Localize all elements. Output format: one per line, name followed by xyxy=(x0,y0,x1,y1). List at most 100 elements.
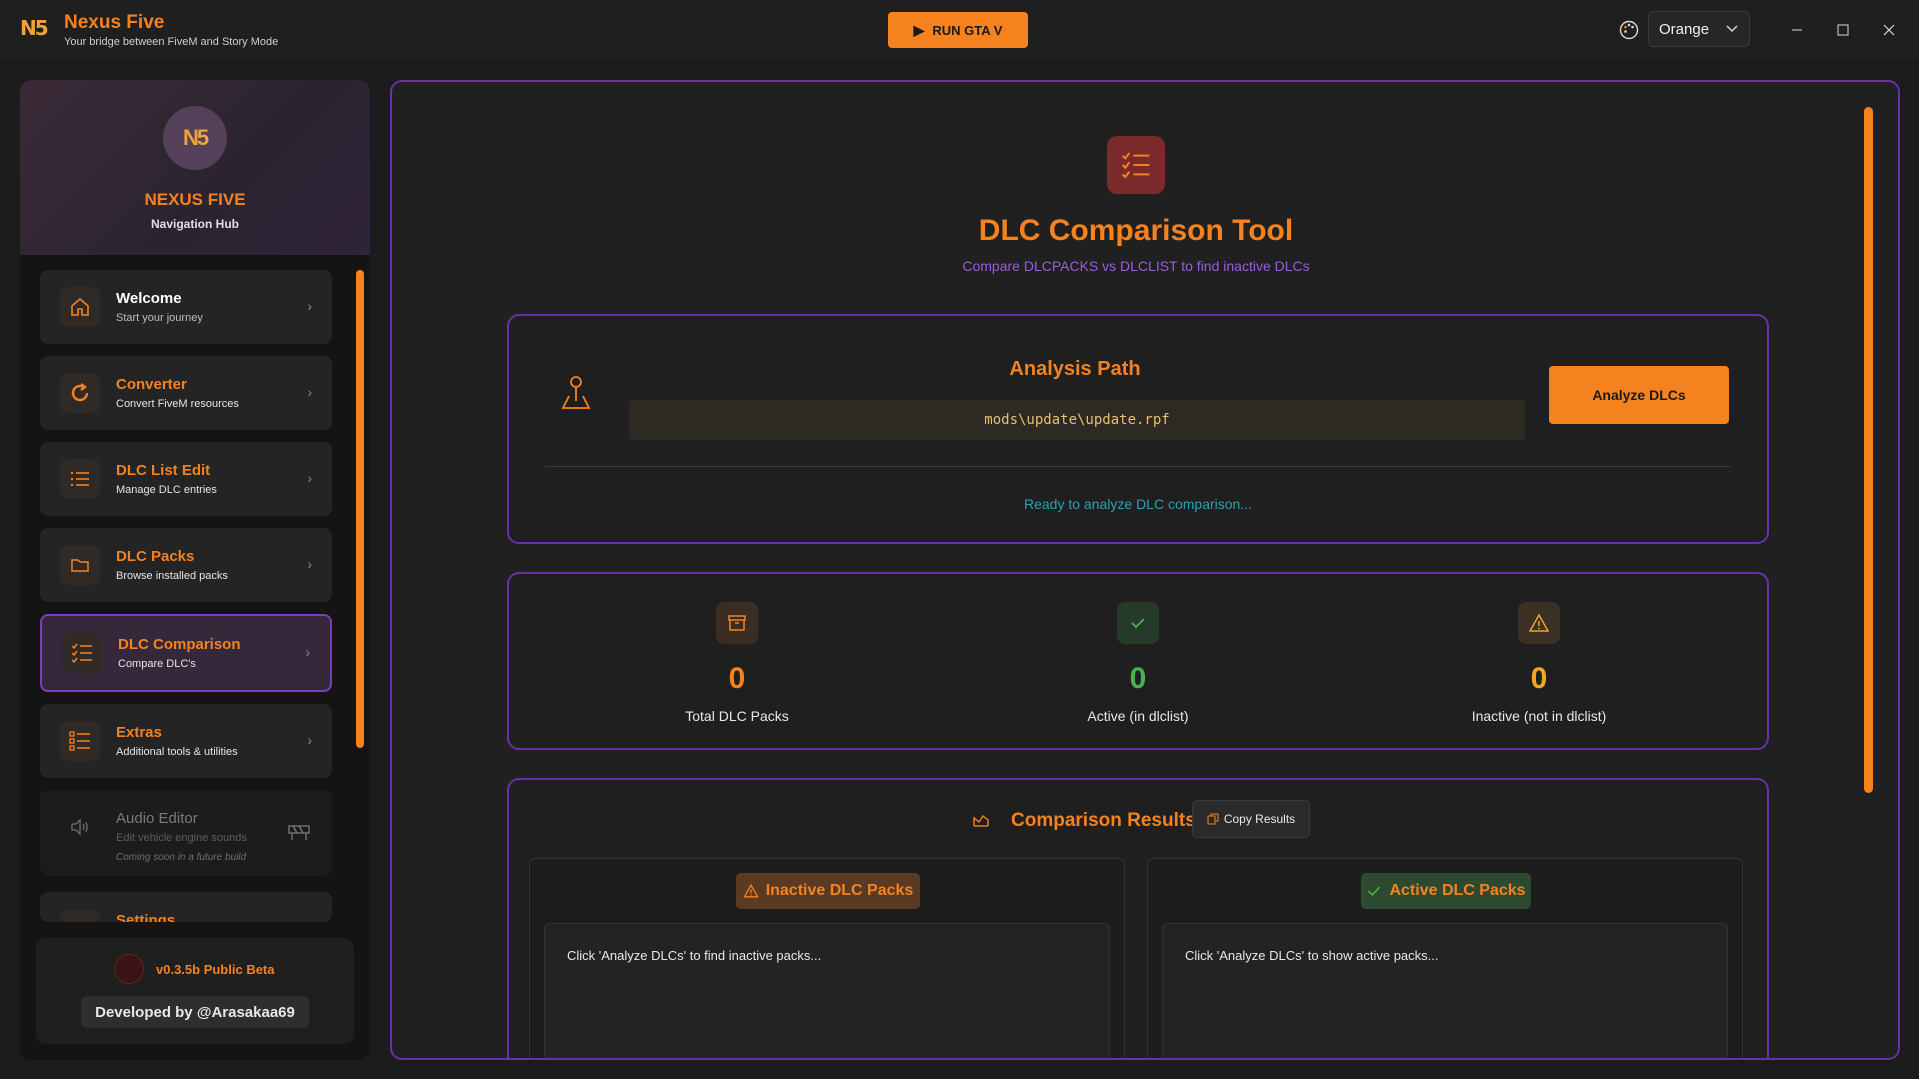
analysis-status: Ready to analyze DLC comparison... xyxy=(1024,496,1252,512)
chevron-right-icon: › xyxy=(307,732,312,748)
inactive-dlc-panel: Inactive DLC Packs Click 'Analyze DLCs' … xyxy=(529,858,1125,1058)
sidebar: N5 NEXUS FIVE Navigation Hub Welcome Sta… xyxy=(20,80,370,1060)
stat-active: 0 Active (in dlclist) xyxy=(938,574,1338,752)
sidebar-item-extras[interactable]: Extras Additional tools & utilities › xyxy=(40,704,332,778)
version-label: v0.3.5b Public Beta xyxy=(156,962,275,977)
sidebar-item-dlc-list-edit[interactable]: DLC List Edit Manage DLC entries › xyxy=(40,442,332,516)
app-subtitle: Your bridge between FiveM and Story Mode xyxy=(64,36,279,48)
chevron-right-icon: › xyxy=(307,384,312,400)
active-dlc-list[interactable]: Click 'Analyze DLCs' to show active pack… xyxy=(1162,923,1728,1058)
sidebar-item-dlc-packs[interactable]: DLC Packs Browse installed packs › xyxy=(40,528,332,602)
copy-results-button[interactable]: Copy Results xyxy=(1192,800,1310,838)
stat-total: 0 Total DLC Packs xyxy=(537,574,937,752)
developer-badge: Developed by @Arasakaa69 xyxy=(81,996,309,1028)
close-icon[interactable] xyxy=(1874,15,1904,45)
divider xyxy=(545,466,1731,467)
inactive-dlc-badge: Inactive DLC Packs xyxy=(736,873,920,909)
gear-icon xyxy=(60,910,100,922)
analysis-path-card: Analysis Path mods\update\update.rpf Ana… xyxy=(507,314,1769,544)
page-title: DLC Comparison Tool xyxy=(978,214,1294,247)
sidebar-item-label: Converter xyxy=(116,376,187,393)
active-dlc-hint: Click 'Analyze DLCs' to show active pack… xyxy=(1185,948,1439,963)
copy-results-label: Copy Results xyxy=(1223,812,1296,826)
palette-icon[interactable] xyxy=(1618,19,1640,41)
inactive-dlc-list[interactable]: Click 'Analyze DLCs' to find inactive pa… xyxy=(544,923,1110,1058)
maximize-icon[interactable] xyxy=(1828,15,1858,45)
construction-barrier-icon xyxy=(288,825,310,840)
stat-caption: Active (in dlclist) xyxy=(1087,708,1189,724)
active-dlc-label: Active DLC Packs xyxy=(1389,882,1526,899)
map-pin-icon xyxy=(561,376,591,409)
app-logo-icon: N5 xyxy=(20,16,49,40)
minimize-icon[interactable] xyxy=(1782,15,1812,45)
page-subtitle: Compare DLCPACKS vs DLCLIST to find inac… xyxy=(962,258,1310,274)
chevron-right-icon: › xyxy=(307,298,312,314)
version-emblem-icon xyxy=(114,954,144,984)
sidebar-item-label: DLC Comparison xyxy=(118,636,241,653)
warning-icon xyxy=(743,883,759,898)
sidebar-logo-icon: N5 xyxy=(163,106,227,170)
sidebar-item-label: Audio Editor xyxy=(116,810,198,827)
analyze-dlcs-button[interactable]: Analyze DLCs xyxy=(1549,366,1729,424)
stat-caption: Total DLC Packs xyxy=(685,708,789,724)
theme-select[interactable]: Orange xyxy=(1648,11,1750,47)
sidebar-item-desc: Edit vehicle engine sounds xyxy=(116,832,247,844)
sidebar-item-label: Settings xyxy=(116,912,176,922)
sidebar-title: NEXUS FIVE xyxy=(144,190,246,209)
chevron-right-icon: › xyxy=(307,556,312,572)
analysis-path-label: Analysis Path xyxy=(1009,358,1141,380)
app-title: Nexus Five xyxy=(64,12,165,33)
sidebar-footer: v0.3.5b Public Beta Developed by @Arasak… xyxy=(36,938,354,1044)
sidebar-item-label: Extras xyxy=(116,724,162,741)
sidebar-item-desc: Start your journey xyxy=(116,312,203,324)
sidebar-item-welcome[interactable]: Welcome Start your journey › xyxy=(40,270,332,344)
sidebar-item-desc: Manage DLC entries xyxy=(116,484,217,496)
sidebar-subtitle: Navigation Hub xyxy=(150,217,239,231)
stat-value: 0 xyxy=(1129,662,1147,695)
theme-select-value: Orange xyxy=(1659,20,1710,38)
results-title: Comparison Results xyxy=(1011,810,1196,831)
stats-card: 0 Total DLC Packs 0 Active (in dlclist) … xyxy=(507,572,1769,750)
sidebar-item-converter[interactable]: Converter Convert FiveM resources › xyxy=(40,356,332,430)
chart-icon xyxy=(973,814,989,827)
checkmark-icon xyxy=(1117,602,1159,644)
run-gta-button[interactable]: ▶ RUN GTA V xyxy=(888,12,1028,48)
inactive-dlc-hint: Click 'Analyze DLCs' to find inactive pa… xyxy=(567,948,822,963)
chevron-down-icon xyxy=(1726,25,1738,33)
stat-caption: Inactive (not in dlclist) xyxy=(1471,708,1607,724)
run-gta-label: RUN GTA V xyxy=(932,22,1003,38)
play-icon: ▶ xyxy=(913,21,925,38)
sidebar-item-label: Welcome xyxy=(116,290,182,307)
sidebar-header: N5 NEXUS FIVE Navigation Hub xyxy=(20,80,370,255)
checklist-icon xyxy=(62,633,102,673)
sidebar-item-desc: Browse installed packs xyxy=(116,570,228,582)
folder-icon xyxy=(60,545,100,585)
sidebar-item-settings[interactable]: Settings xyxy=(40,892,332,922)
sidebar-item-audio-editor: Audio Editor Edit vehicle engine sounds … xyxy=(40,790,332,876)
chevron-right-icon: › xyxy=(305,644,310,660)
active-dlc-panel: Active DLC Packs Click 'Analyze DLCs' to… xyxy=(1147,858,1743,1058)
sidebar-item-desc: Convert FiveM resources xyxy=(116,398,239,410)
copy-icon xyxy=(1207,813,1219,825)
refresh-icon xyxy=(60,373,100,413)
analysis-path-field[interactable]: mods\update\update.rpf xyxy=(629,400,1525,440)
sidebar-item-label: DLC Packs xyxy=(116,548,195,565)
active-dlc-badge: Active DLC Packs xyxy=(1361,873,1531,909)
sidebar-item-desc: Additional tools & utilities xyxy=(116,746,238,758)
sidebar-item-dlc-comparison[interactable]: DLC Comparison Compare DLC's › xyxy=(40,614,332,692)
speaker-icon xyxy=(60,807,100,847)
stat-value: 0 xyxy=(728,662,746,695)
warning-icon xyxy=(1518,602,1560,644)
main-panel: DLC Comparison Tool Compare DLCPACKS vs … xyxy=(390,80,1900,1060)
archive-icon xyxy=(716,602,758,644)
stat-inactive: 0 Inactive (not in dlclist) xyxy=(1339,574,1739,752)
list-icon xyxy=(60,459,100,499)
title-bar: N5 Nexus Five Your bridge between FiveM … xyxy=(0,0,1919,60)
chevron-right-icon: › xyxy=(307,470,312,486)
sidebar-item-desc: Compare DLC's xyxy=(118,658,196,670)
main-scrollbar[interactable] xyxy=(1864,107,1873,793)
stat-value: 0 xyxy=(1530,662,1548,695)
inactive-dlc-label: Inactive DLC Packs xyxy=(765,882,914,899)
coming-soon-note: Coming soon in a future build xyxy=(116,852,247,863)
sidebar-scrollbar[interactable] xyxy=(356,270,364,748)
